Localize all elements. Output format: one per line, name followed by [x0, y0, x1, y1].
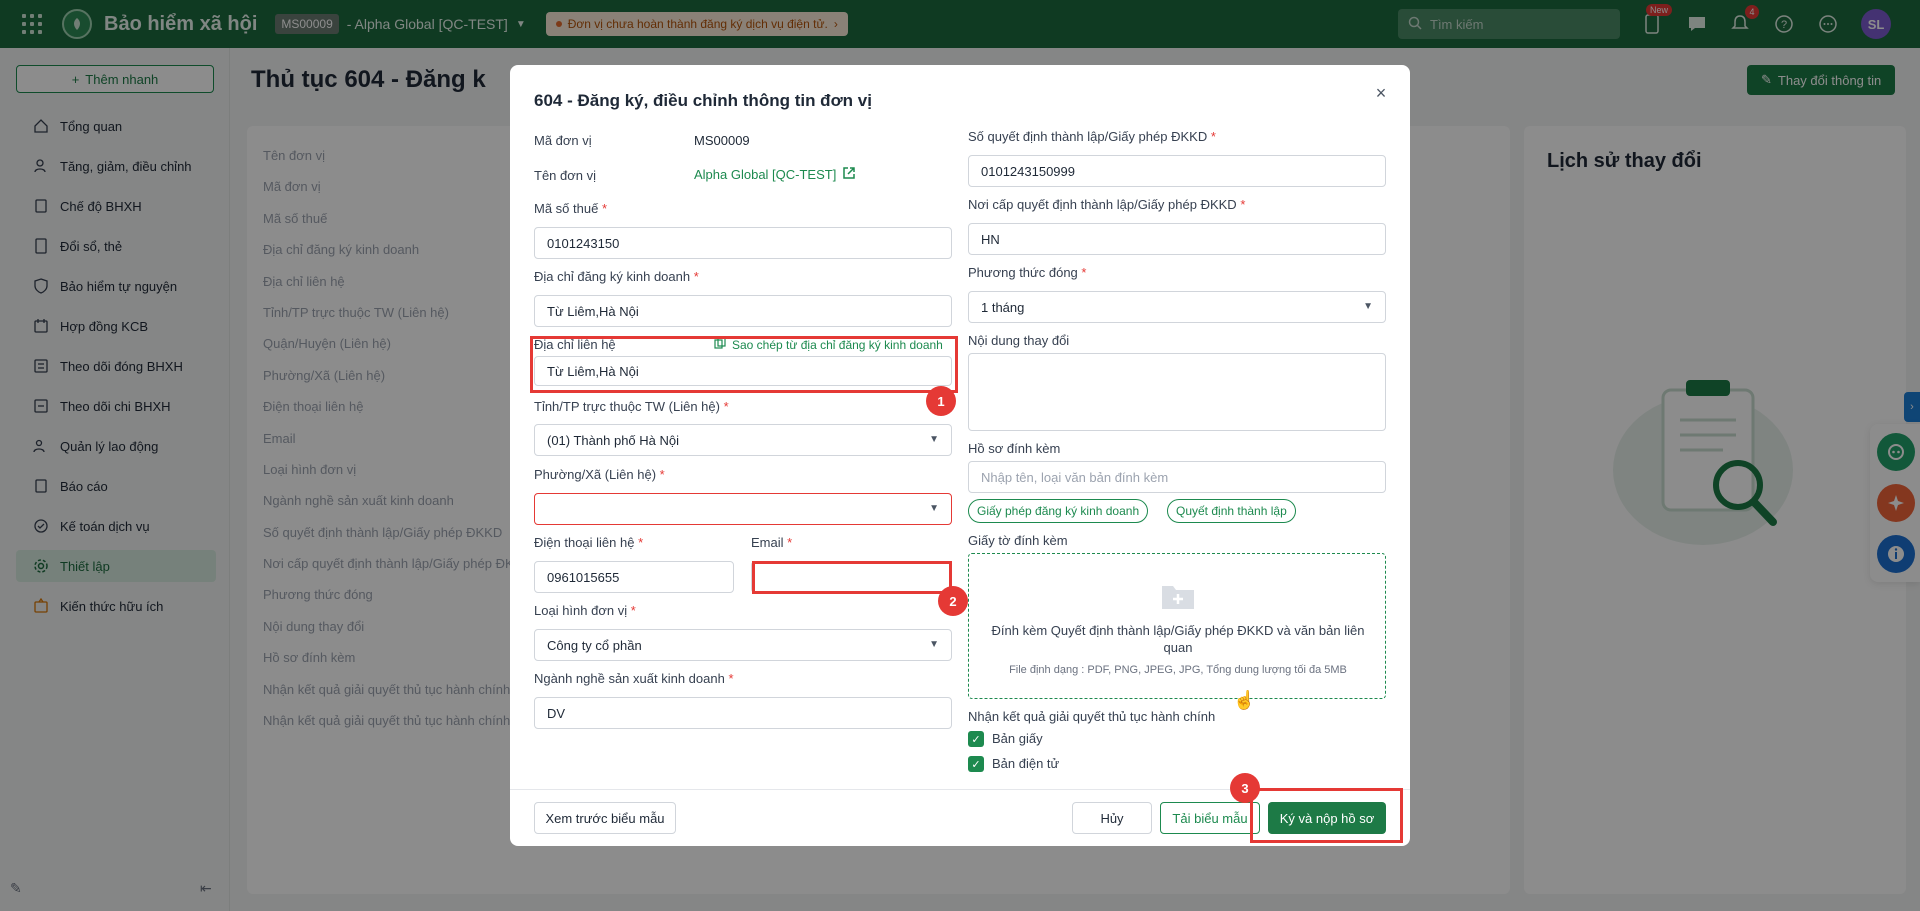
- external-link-icon: [842, 166, 856, 183]
- folder-add-icon: [1161, 582, 1195, 613]
- ward-label: Phường/Xã (Liên hệ) *: [534, 467, 665, 482]
- tag-establishment-decision[interactable]: Quyết định thành lập: [1167, 499, 1296, 523]
- modal-title: 604 - Đăng ký, điều chỉnh thông tin đơn …: [534, 91, 872, 110]
- dropzone-hint: File định dạng : PDF, PNG, JPEG, JPG, Tổ…: [1009, 664, 1347, 676]
- tax-label: Mã số thuế *: [534, 201, 608, 216]
- attachment-input[interactable]: Nhập tên, loại văn bản đính kèm: [968, 461, 1386, 493]
- province-select[interactable]: (01) Thành phố Hà Nội ▼: [534, 424, 952, 456]
- chevron-down-icon: ▼: [929, 639, 939, 650]
- unit-name-label: Tên đơn vị: [534, 168, 596, 183]
- close-icon[interactable]: ×: [1371, 83, 1391, 103]
- industry-input[interactable]: DV: [534, 697, 952, 729]
- file-dropzone[interactable]: Đính kèm Quyết định thành lập/Giấy phép …: [968, 553, 1386, 699]
- unit-type-label: Loại hình đơn vị *: [534, 603, 636, 618]
- payment-method-label: Phương thức đóng *: [968, 265, 1087, 280]
- unit-code-label: Mã đơn vị: [534, 133, 592, 148]
- download-template-button[interactable]: Tải biểu mẫu: [1160, 802, 1260, 834]
- ward-select[interactable]: ▼: [534, 493, 952, 525]
- highlight-box-3: [1250, 788, 1403, 843]
- tag-business-license[interactable]: Giấy phép đăng ký kinh doanh: [968, 499, 1149, 523]
- result-label: Nhận kết quả giải quyết thủ tục hành chí…: [968, 709, 1216, 724]
- electronic-checkbox[interactable]: ✓: [968, 756, 984, 772]
- unit-type-select[interactable]: Công ty cổ phần ▼: [534, 629, 952, 661]
- change-content-label: Nội dung thay đổi: [968, 333, 1070, 348]
- highlight-box-2: [752, 561, 952, 594]
- annotation-number: 1: [926, 386, 956, 416]
- documents-label: Giấy tờ đính kèm: [968, 533, 1068, 548]
- annotation-number: 2: [938, 586, 968, 616]
- chevron-down-icon: ▼: [1363, 301, 1373, 312]
- unit-type-value: Công ty cổ phần: [547, 637, 642, 653]
- unit-name-link[interactable]: Alpha Global [QC-TEST]: [694, 166, 856, 183]
- province-label: Tỉnh/TP trực thuộc TW (Liên hệ) *: [534, 399, 729, 414]
- decision-place-input[interactable]: HN: [968, 223, 1386, 255]
- province-value: (01) Thành phố Hà Nội: [547, 432, 680, 448]
- phone-label: Điện thoại liên hệ *: [534, 535, 644, 550]
- change-content-textarea[interactable]: [968, 353, 1386, 431]
- reg-address-input[interactable]: Từ Liêm,Hà Nội: [534, 295, 952, 327]
- reg-address-label: Địa chỉ đăng ký kinh doanh *: [534, 269, 699, 284]
- chevron-down-icon: ▼: [929, 503, 939, 514]
- tax-input[interactable]: 0101243150: [534, 227, 952, 259]
- email-label: Email *: [751, 535, 793, 550]
- attachment-label: Hồ sơ đính kèm: [968, 441, 1061, 456]
- annotation-number: 3: [1230, 773, 1260, 803]
- paper-label: Bản giấy: [992, 731, 1043, 746]
- electronic-label: Bản điện tử: [992, 756, 1060, 771]
- decision-no-input[interactable]: 0101243150999: [968, 155, 1386, 187]
- hand-cursor-icon: ☝: [1233, 690, 1256, 710]
- paper-checkbox[interactable]: ✓: [968, 731, 984, 747]
- industry-label: Ngành nghề sản xuất kinh doanh *: [534, 671, 734, 686]
- payment-method-select[interactable]: 1 tháng ▼: [968, 291, 1386, 323]
- dropzone-text: Đính kèm Quyết định thành lập/Giấy phép …: [991, 623, 1365, 655]
- unit-name-value: Alpha Global [QC-TEST]: [694, 167, 837, 182]
- chevron-down-icon: ▼: [929, 434, 939, 445]
- register-modal: 604 - Đăng ký, điều chỉnh thông tin đơn …: [510, 65, 1410, 846]
- decision-place-label: Nơi cấp quyết định thành lập/Giấy phép Đ…: [968, 197, 1246, 212]
- decision-no-label: Số quyết định thành lập/Giấy phép ĐKKD *: [968, 129, 1216, 144]
- highlight-box-1: [530, 336, 958, 393]
- unit-code-value: MS00009: [694, 133, 750, 148]
- payment-method-value: 1 tháng: [981, 299, 1025, 315]
- phone-input[interactable]: 0961015655: [534, 561, 734, 593]
- cancel-button[interactable]: Hủy: [1072, 802, 1152, 834]
- preview-button[interactable]: Xem trước biểu mẫu: [534, 802, 676, 834]
